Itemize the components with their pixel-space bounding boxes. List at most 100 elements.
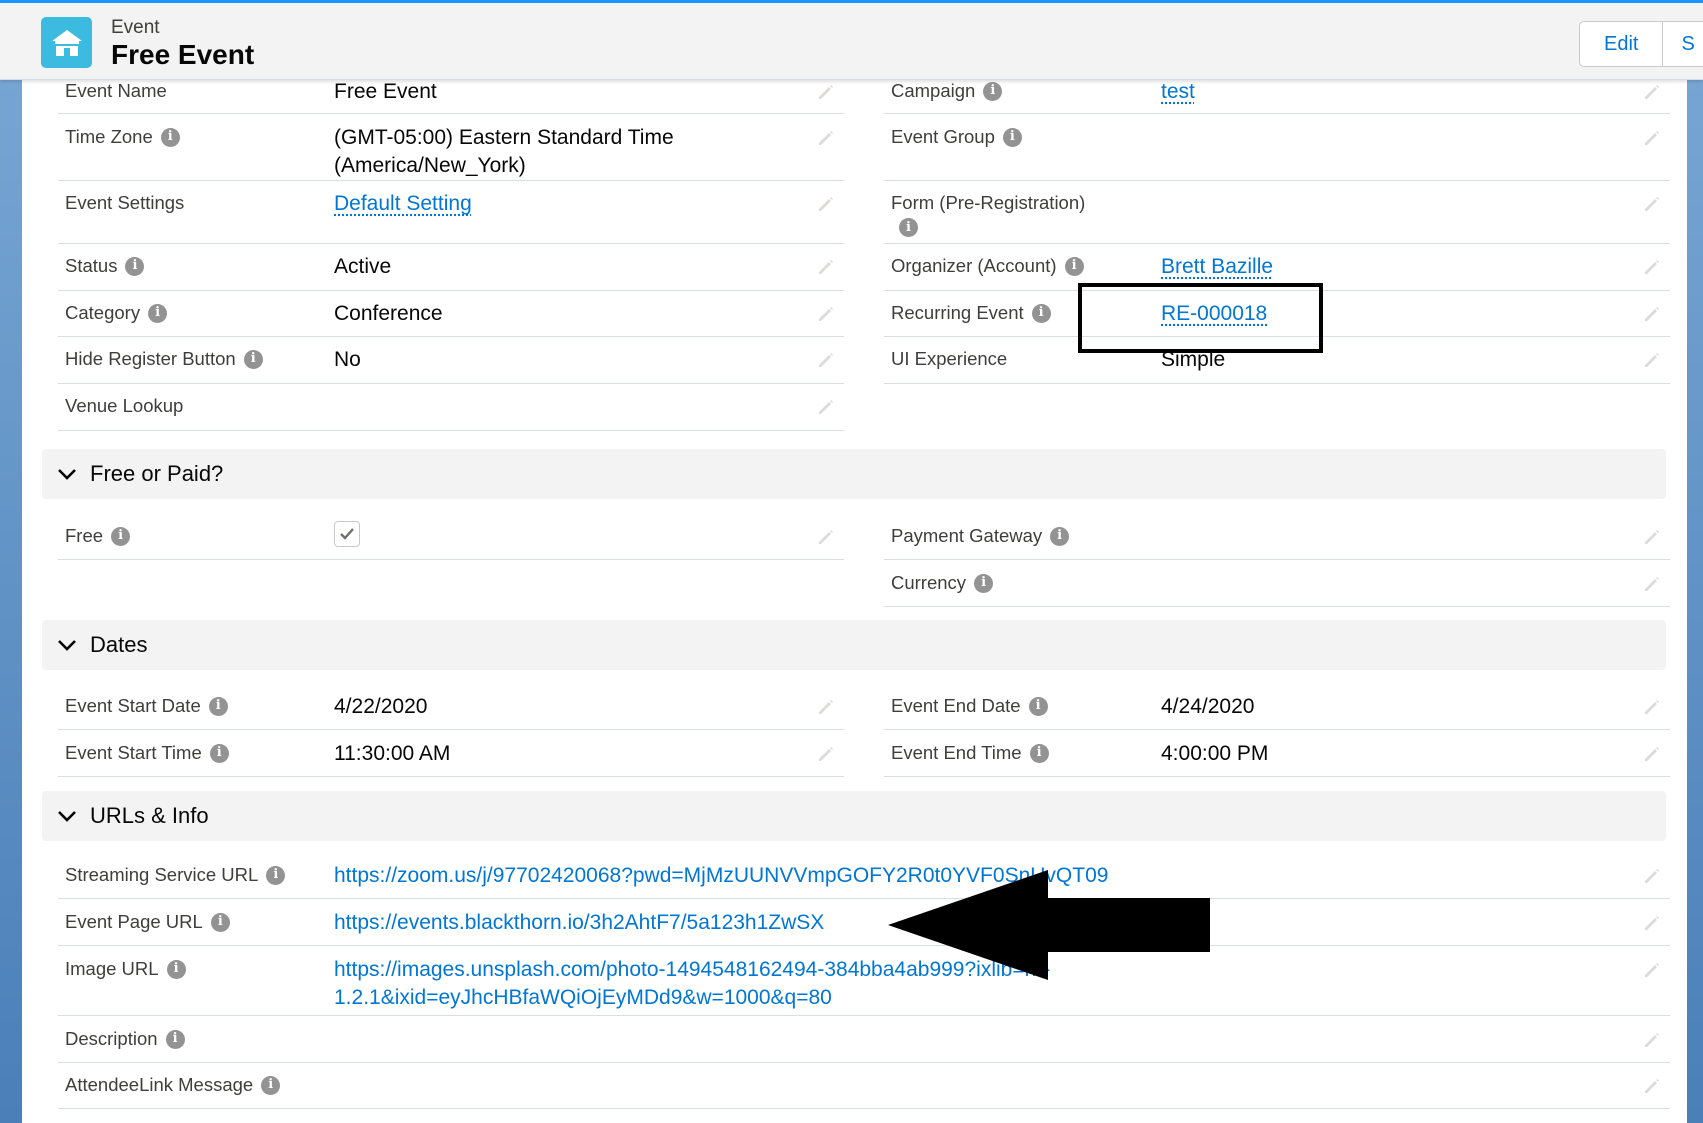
section-title: Free or Paid?: [90, 461, 224, 486]
field-label: Currency: [891, 572, 967, 593]
info-icon[interactable]: i: [210, 912, 230, 932]
field-label: Event Settings: [65, 192, 185, 213]
section-header-urls-info[interactable]: URLs & Info: [42, 791, 1666, 841]
field-venue-lookup: Venue Lookup: [58, 384, 844, 431]
field-label: Organizer (Account): [891, 255, 1057, 276]
field-payment-gateway: Payment Gateway i: [884, 513, 1670, 560]
info-icon[interactable]: i: [148, 303, 168, 323]
pencil-icon[interactable]: [1642, 960, 1662, 980]
field-label: Payment Gateway: [891, 525, 1043, 546]
info-icon[interactable]: i: [1029, 743, 1049, 763]
field-category: Category i Conference: [58, 291, 844, 337]
field-event-start-time: Event Start Time i 11:30:00 AM: [58, 730, 844, 777]
info-icon[interactable]: i: [1064, 256, 1084, 276]
pencil-icon[interactable]: [1642, 1030, 1662, 1050]
section-header-free-or-paid[interactable]: Free or Paid?: [42, 449, 1666, 499]
event-object-icon: [41, 17, 92, 68]
field-label: Free: [65, 525, 104, 546]
field-label: Status: [65, 255, 118, 276]
pencil-icon[interactable]: [1642, 128, 1662, 148]
info-icon[interactable]: i: [111, 526, 131, 546]
event-page-url-link[interactable]: https://events.blackthorn.io/3h2AhtF7/5a…: [334, 909, 824, 937]
field-label: Event Page URL: [65, 911, 203, 932]
info-icon[interactable]: i: [125, 256, 145, 276]
field-currency: Currency i: [884, 560, 1670, 607]
info-icon[interactable]: i: [266, 865, 286, 885]
page-background-right: [1687, 0, 1703, 1123]
record-title: Free Event: [111, 39, 255, 70]
field-label: Description: [65, 1028, 158, 1049]
free-checkbox: [334, 521, 360, 547]
pencil-icon[interactable]: [1642, 744, 1662, 764]
organizer-link[interactable]: Brett Bazille: [1161, 253, 1273, 281]
section-header-dates[interactable]: Dates: [42, 620, 1666, 670]
pencil-icon[interactable]: [1642, 866, 1662, 886]
field-event-group: Event Group i: [884, 114, 1670, 181]
info-icon[interactable]: i: [209, 743, 229, 763]
field-label: Recurring Event: [891, 302, 1024, 323]
pencil-icon[interactable]: [1642, 350, 1662, 370]
pencil-icon[interactable]: [816, 744, 836, 764]
pencil-icon[interactable]: [1642, 1076, 1662, 1096]
field-label: Event Start Date: [65, 695, 201, 716]
info-icon[interactable]: i: [160, 127, 180, 147]
field-status: Status i Active: [58, 244, 844, 291]
campaign-link[interactable]: test: [1161, 78, 1195, 106]
field-label: Event Group: [891, 126, 995, 147]
header-button-group: Edit S: [1579, 21, 1703, 67]
pencil-icon[interactable]: [816, 257, 836, 277]
info-icon[interactable]: i: [899, 218, 918, 237]
pencil-icon[interactable]: [1642, 527, 1662, 547]
info-icon[interactable]: i: [243, 349, 263, 369]
pencil-icon[interactable]: [1642, 304, 1662, 324]
info-icon[interactable]: i: [1050, 526, 1070, 546]
pencil-icon[interactable]: [1642, 257, 1662, 277]
field-label: Hide Register Button: [65, 348, 236, 369]
pencil-icon[interactable]: [1642, 697, 1662, 717]
pencil-icon[interactable]: [816, 397, 836, 417]
pencil-icon[interactable]: [1642, 82, 1662, 102]
object-label: Event: [111, 17, 160, 38]
info-icon[interactable]: i: [1002, 127, 1022, 147]
section-title: Dates: [90, 632, 148, 657]
edit-button[interactable]: Edit: [1579, 21, 1664, 67]
info-icon[interactable]: i: [1031, 303, 1051, 323]
info-icon[interactable]: i: [166, 959, 186, 979]
info-icon[interactable]: i: [974, 573, 994, 593]
pencil-icon[interactable]: [816, 304, 836, 324]
pencil-icon[interactable]: [816, 128, 836, 148]
field-label: UI Experience: [891, 348, 1008, 369]
field-form-pre-registration: Form (Pre-Registration) i: [884, 181, 1670, 244]
section-title: URLs & Info: [90, 803, 209, 828]
field-label: Event End Time: [891, 742, 1022, 763]
pencil-icon[interactable]: [816, 194, 836, 214]
info-icon[interactable]: i: [983, 81, 1003, 101]
event-settings-link[interactable]: Default Setting: [334, 190, 472, 218]
field-value: Active: [334, 255, 392, 278]
pencil-icon[interactable]: [816, 527, 836, 547]
field-event-page-url: Event Page URL i https://events.blackthor…: [58, 899, 1670, 946]
field-label: Streaming Service URL: [65, 864, 259, 885]
info-icon[interactable]: i: [1028, 696, 1048, 716]
chevron-down-icon: [58, 811, 76, 822]
field-value: 4/24/2020: [1161, 695, 1255, 718]
field-value: Free Event: [334, 80, 437, 103]
field-description: Description i: [58, 1016, 1670, 1063]
pencil-icon[interactable]: [816, 697, 836, 717]
pencil-icon[interactable]: [1642, 574, 1662, 594]
info-icon[interactable]: i: [261, 1075, 281, 1095]
field-event-end-time: Event End Time i 4:00:00 PM: [884, 730, 1670, 777]
field-hide-register-button: Hide Register Button i No: [58, 337, 844, 384]
pencil-icon[interactable]: [816, 350, 836, 370]
field-label: Category: [65, 302, 141, 323]
annotation-highlight-box: [1078, 283, 1323, 353]
pencil-icon[interactable]: [816, 82, 836, 102]
field-label: Time Zone: [65, 126, 153, 147]
more-actions-button[interactable]: S: [1663, 21, 1703, 67]
field-event-name: Event Name Free Event: [58, 76, 844, 114]
info-icon[interactable]: i: [208, 696, 228, 716]
info-icon[interactable]: i: [165, 1029, 185, 1049]
pencil-icon[interactable]: [1642, 194, 1662, 214]
pencil-icon[interactable]: [1642, 913, 1662, 933]
field-event-start-date: Event Start Date i 4/22/2020: [58, 683, 844, 730]
